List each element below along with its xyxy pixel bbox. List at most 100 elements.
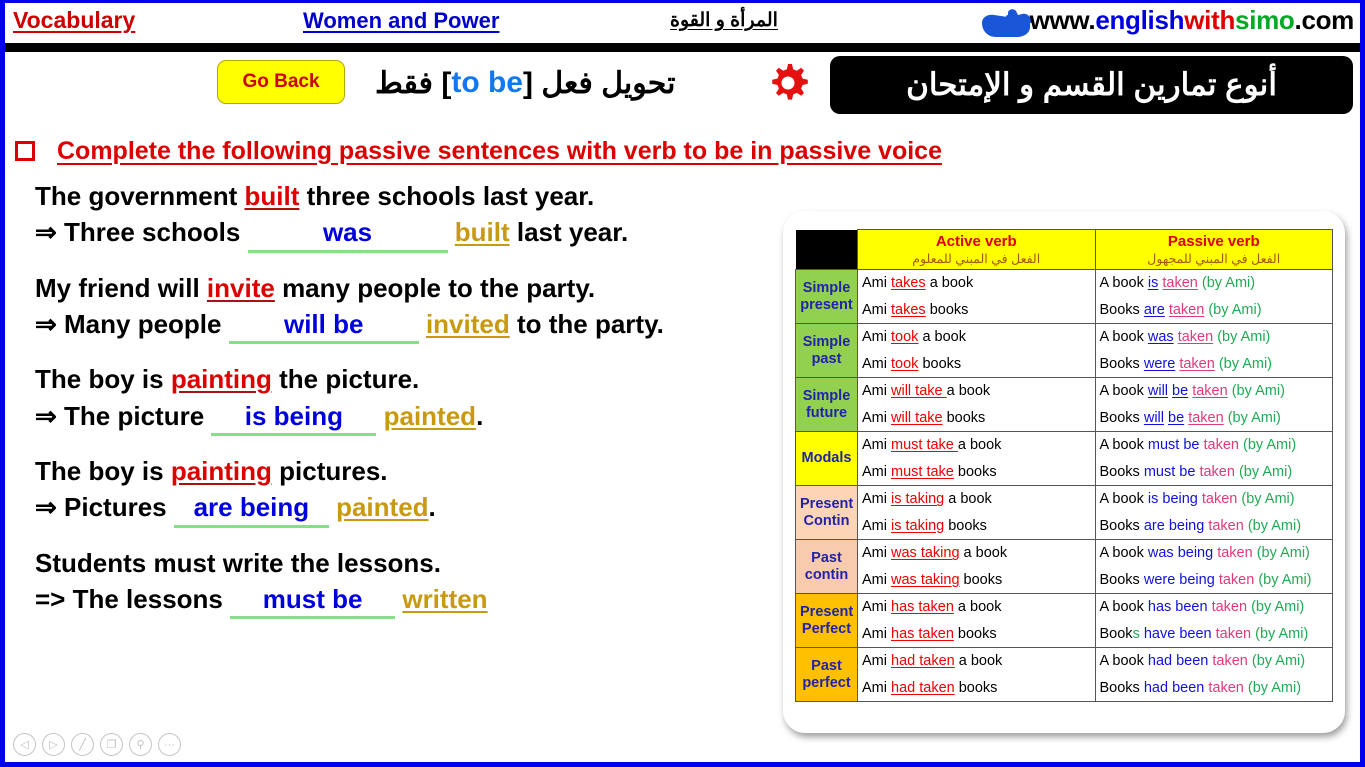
- verb-fragment: be: [1168, 409, 1185, 426]
- subtitle-tobe: to be: [451, 66, 523, 99]
- black-divider-strip: [5, 43, 1360, 52]
- page-title: أنوع تمارين القسم و الإمتحان: [830, 56, 1353, 114]
- exercise-item: The government built three schools last …: [35, 179, 780, 253]
- active-verb-cell: Ami is taking books: [857, 512, 1096, 540]
- unit-title-link[interactable]: Women and Power: [303, 8, 499, 34]
- pen-icon[interactable]: ╱: [71, 733, 94, 756]
- instruction-text: Complete the following passive sentences…: [57, 136, 942, 165]
- verb-fragment: Ami: [862, 329, 891, 346]
- verb-fragment: taken: [1162, 275, 1198, 292]
- active-verb-cell: Ami took a book: [857, 323, 1096, 351]
- verb-fragment: (by Ami): [1243, 679, 1302, 696]
- answer-past-participle[interactable]: painted: [336, 492, 428, 522]
- verb-fragment: a book: [959, 545, 1008, 562]
- table-row: Simple present Ami takes a book A book is t…: [795, 269, 1333, 324]
- exercise-prompt: My friend will invite many people to the…: [35, 271, 780, 305]
- table-row: Past contin Ami was taking a book A book wa…: [795, 539, 1333, 594]
- exercise-item: Students must write the lessons. => The l…: [35, 546, 780, 620]
- verb-fragment: taken: [1168, 301, 1205, 318]
- table-row: Ami was taking books Books were being tak…: [796, 566, 1333, 594]
- answer-text-pre: The lessons: [65, 583, 231, 614]
- answer-text-post: to the party.: [509, 308, 664, 339]
- exercise-item: The boy is painting the picture. ⇒ The pi…: [35, 362, 780, 436]
- verb-fragment: A book: [1099, 275, 1148, 292]
- passive-verb-cell: Books had been taken (by Ami): [1094, 674, 1333, 702]
- url-english: english: [1095, 5, 1185, 35]
- verb-fragment: had been: [1147, 653, 1209, 670]
- prompt-text-pre: My friend will: [35, 272, 207, 303]
- go-back-button[interactable]: Go Back: [217, 60, 345, 104]
- subtitle-part-after: ] فقط: [375, 66, 452, 100]
- verb-fragment: (by Ami): [1214, 355, 1272, 372]
- website-url[interactable]: www.englishwithsimo.com: [1029, 5, 1355, 36]
- vocabulary-link[interactable]: Vocabulary: [13, 7, 135, 34]
- next-slide-icon[interactable]: ▷: [42, 733, 65, 756]
- answer-past-participle[interactable]: built: [455, 217, 510, 247]
- url-simo: simo: [1235, 5, 1295, 35]
- verb-fragment: (by Ami): [1247, 653, 1306, 670]
- verb-fragment: has taken: [891, 625, 954, 642]
- previous-slide-icon[interactable]: ◁: [13, 733, 36, 756]
- prompt-text-post: many people to the party.: [274, 272, 596, 303]
- implies-arrow-icon: ⇒: [35, 308, 57, 339]
- prompt-text-post: pictures.: [271, 455, 388, 486]
- tense-label-cell: Present Contin: [795, 485, 858, 540]
- answer-blank-auxiliary[interactable]: was: [247, 215, 448, 253]
- tense-label-line1: Simple: [802, 280, 851, 297]
- tense-label-line2: past: [811, 350, 842, 367]
- verb-fragment: will: [1143, 409, 1164, 426]
- tense-label-line2: future: [805, 404, 848, 421]
- table-row: Past perfect Ami had taken a book A book ha…: [795, 647, 1333, 702]
- passive-verb-cell: A book has been taken (by Ami): [1094, 593, 1333, 621]
- verb-fragment: Books: [1099, 679, 1144, 696]
- verb-fragment: is being: [1147, 491, 1198, 508]
- verb-fragment: Ami: [862, 653, 891, 670]
- answer-blank-auxiliary[interactable]: will be: [228, 307, 419, 345]
- verb-fragment: books: [925, 301, 969, 318]
- verb-fragment: must be: [1147, 437, 1200, 454]
- table-row: Ami took books Books were taken (by Ami): [796, 350, 1333, 378]
- tense-label-line1: Past: [811, 658, 842, 675]
- verb-fragment: Book: [1099, 625, 1133, 642]
- answer-blank-auxiliary[interactable]: must be: [230, 582, 396, 620]
- verb-fragment: (by Ami): [1204, 301, 1262, 318]
- verb-fragment: Ami: [862, 355, 891, 372]
- subtitle-part-before: تحويل فعل [: [523, 66, 676, 100]
- zoom-icon[interactable]: ⚲: [129, 733, 152, 756]
- more-options-icon[interactable]: ···: [158, 733, 181, 756]
- verb-fragment: must take: [891, 437, 958, 454]
- answer-past-participle[interactable]: painted: [384, 401, 476, 431]
- exercise-item: My friend will invite many people to the…: [35, 271, 780, 345]
- answer-past-participle[interactable]: written: [402, 584, 487, 614]
- verb-fragment: (by Ami): [1251, 625, 1309, 642]
- verb-fragment: (by Ami): [1223, 409, 1281, 426]
- prompt-text-pre: The boy is: [35, 364, 171, 395]
- verb-fragment: Books: [1099, 517, 1144, 534]
- answer-text-post: .: [428, 492, 436, 523]
- verb-fragment: taken: [1211, 599, 1248, 616]
- verb-fragment: (by Ami): [1234, 463, 1293, 480]
- presentation-toolbar[interactable]: ◁ ▷ ╱ ❐ ⚲ ···: [13, 733, 181, 756]
- verb-fragment: taken: [1199, 463, 1235, 480]
- verb-fragment: (by Ami): [1227, 383, 1285, 400]
- verb-fragment: books: [954, 679, 998, 696]
- verb-fragment: Books: [1099, 463, 1144, 480]
- passive-verb-header-en: Passive verb: [1167, 233, 1260, 250]
- url-www: www.: [1029, 5, 1096, 35]
- verb-fragment: takes: [891, 301, 926, 318]
- answer-blank-auxiliary[interactable]: are being: [173, 490, 329, 528]
- answer-blank-auxiliary[interactable]: is being: [211, 399, 377, 436]
- active-verb-cell: Ami was taking a book: [857, 539, 1096, 567]
- answer-text-pre: The picture: [56, 400, 212, 431]
- answer-past-participle[interactable]: invited: [426, 309, 510, 339]
- exercise-item: The boy is painting pictures. ⇒ Pictures …: [35, 454, 780, 528]
- prompt-text-post: the picture.: [271, 364, 420, 395]
- verb-fragment: A book: [1099, 383, 1148, 400]
- copy-icon[interactable]: ❐: [100, 733, 123, 756]
- verb-fragment: is taking: [891, 491, 945, 508]
- verb-fragment: (by Ami): [1243, 517, 1302, 534]
- verb-fragment: had taken: [891, 653, 955, 670]
- active-verb-cell: Ami takes a book: [857, 269, 1096, 297]
- table-row: Modals Ami must take a book A book must be…: [795, 431, 1333, 486]
- tense-label-line2: perfect: [802, 674, 851, 691]
